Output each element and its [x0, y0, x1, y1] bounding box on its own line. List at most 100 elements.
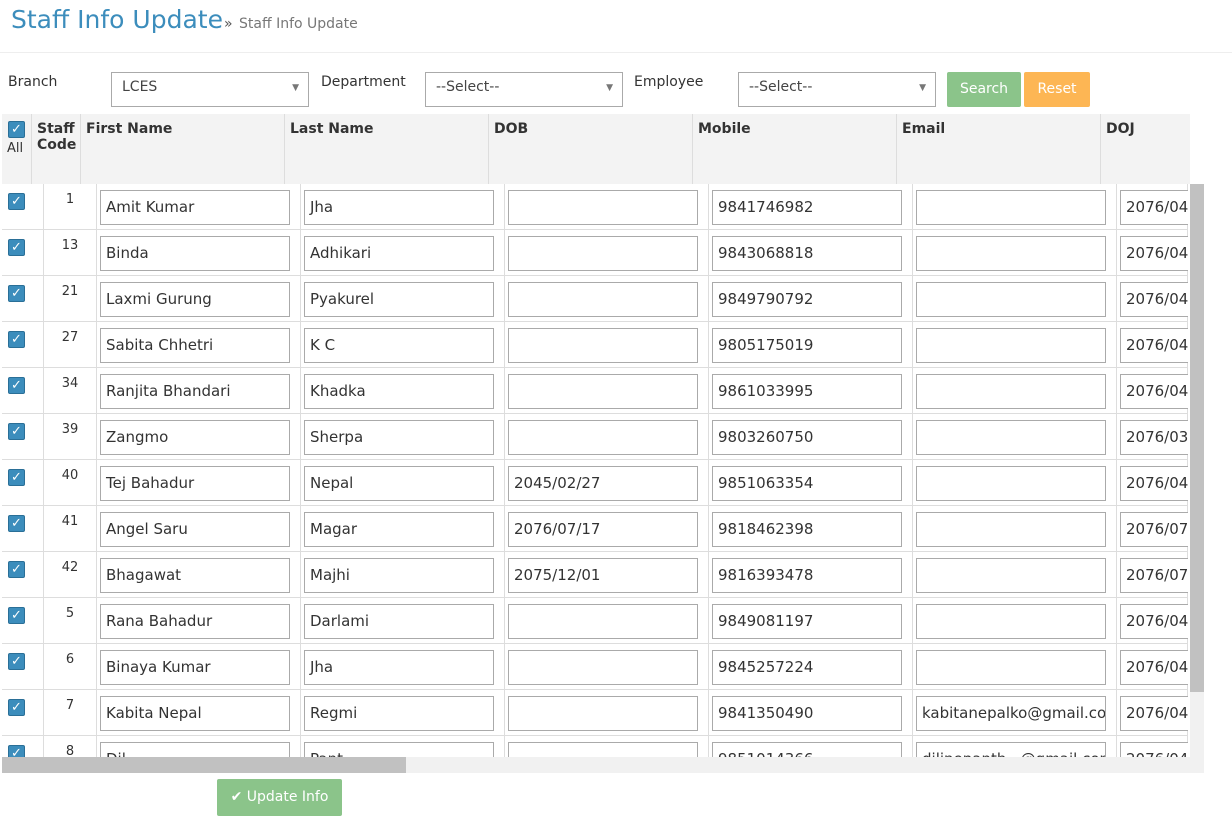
dob-input[interactable]: 2075/12/01 [508, 558, 698, 593]
mobile-input[interactable]: 9849790792 [712, 282, 902, 317]
doj-input[interactable]: 2076/07/ [1120, 512, 1188, 547]
last-name-input[interactable]: Adhikari [304, 236, 494, 271]
last-name-input[interactable]: Pyakurel [304, 282, 494, 317]
doj-input[interactable]: 2076/04/ [1120, 696, 1188, 731]
doj-input[interactable]: 2076/03/ [1120, 420, 1188, 455]
mobile-input[interactable]: 9841350490 [712, 696, 902, 731]
mobile-input[interactable]: 9803260750 [712, 420, 902, 455]
mobile-input[interactable]: 9849081197 [712, 604, 902, 639]
dob-input[interactable] [508, 282, 698, 317]
dob-input[interactable] [508, 420, 698, 455]
dob-input[interactable] [508, 190, 698, 225]
row-checkbox[interactable]: ✓ [8, 377, 25, 394]
email-input[interactable]: kabitanepalko@gmail.com [916, 696, 1106, 731]
row-checkbox[interactable]: ✓ [8, 239, 25, 256]
row-checkbox[interactable]: ✓ [8, 423, 25, 440]
dob-input[interactable] [508, 374, 698, 409]
email-input[interactable] [916, 650, 1106, 685]
staff-code-header[interactable]: Staff Code [32, 114, 81, 184]
email-input[interactable] [916, 328, 1106, 363]
mobile-input[interactable]: 9843068818 [712, 236, 902, 271]
doj-input[interactable]: 2076/04/ [1120, 328, 1188, 363]
department-select[interactable]: --Select-- ▼ [425, 72, 623, 107]
dob-input[interactable] [508, 650, 698, 685]
first-name-input[interactable]: Ranjita Bhandari [100, 374, 290, 409]
mobile-input[interactable]: 9805175019 [712, 328, 902, 363]
mobile-input[interactable]: 9816393478 [712, 558, 902, 593]
email-input[interactable] [916, 604, 1106, 639]
doj-input[interactable]: 2076/04/ [1120, 742, 1188, 757]
search-button[interactable]: Search [947, 72, 1021, 107]
last-name-header[interactable]: Last Name [285, 114, 489, 184]
last-name-input[interactable]: Nepal [304, 466, 494, 501]
first-name-input[interactable]: Kabita Nepal [100, 696, 290, 731]
first-name-input[interactable]: Amit Kumar [100, 190, 290, 225]
first-name-input[interactable]: Binaya Kumar [100, 650, 290, 685]
last-name-input[interactable]: Jha [304, 190, 494, 225]
last-name-input[interactable]: Regmi [304, 696, 494, 731]
row-checkbox[interactable]: ✓ [8, 607, 25, 624]
mobile-input[interactable]: 9851014366 [712, 742, 902, 757]
first-name-input[interactable]: Bhagawat [100, 558, 290, 593]
row-checkbox[interactable]: ✓ [8, 193, 25, 210]
vertical-scroll-thumb[interactable] [1190, 184, 1204, 692]
row-checkbox[interactable]: ✓ [8, 745, 25, 757]
doj-input[interactable]: 2076/04/ [1120, 236, 1188, 271]
select-all-checkbox[interactable]: ✓ [8, 121, 25, 138]
last-name-input[interactable]: Khadka [304, 374, 494, 409]
first-name-input[interactable]: Angel Saru [100, 512, 290, 547]
mobile-input[interactable]: 9851063354 [712, 466, 902, 501]
first-name-input[interactable]: Binda [100, 236, 290, 271]
email-input[interactable] [916, 236, 1106, 271]
first-name-input[interactable]: Zangmo [100, 420, 290, 455]
doj-input[interactable]: 2076/04/ [1120, 466, 1188, 501]
row-checkbox[interactable]: ✓ [8, 653, 25, 670]
email-input[interactable] [916, 466, 1106, 501]
row-checkbox[interactable]: ✓ [8, 469, 25, 486]
first-name-header[interactable]: First Name [81, 114, 285, 184]
mobile-input[interactable]: 9818462398 [712, 512, 902, 547]
dob-input[interactable] [508, 236, 698, 271]
dob-input[interactable]: 2045/02/27 [508, 466, 698, 501]
first-name-input[interactable]: Dil [100, 742, 290, 757]
doj-header[interactable]: DOJ [1101, 114, 1190, 184]
first-name-input[interactable]: Rana Bahadur [100, 604, 290, 639]
first-name-input[interactable]: Laxmi Gurung [100, 282, 290, 317]
last-name-input[interactable]: Majhi [304, 558, 494, 593]
email-input[interactable] [916, 374, 1106, 409]
last-name-input[interactable]: Sherpa [304, 420, 494, 455]
email-header[interactable]: Email [897, 114, 1101, 184]
last-name-input[interactable]: Darlami [304, 604, 494, 639]
last-name-input[interactable]: Jha [304, 650, 494, 685]
mobile-input[interactable]: 9841746982 [712, 190, 902, 225]
row-checkbox[interactable]: ✓ [8, 561, 25, 578]
doj-input[interactable]: 2076/04/ [1120, 650, 1188, 685]
doj-input[interactable]: 2076/04/ [1120, 604, 1188, 639]
row-checkbox[interactable]: ✓ [8, 515, 25, 532]
dob-input[interactable] [508, 742, 698, 757]
row-checkbox[interactable]: ✓ [8, 285, 25, 302]
row-checkbox[interactable]: ✓ [8, 331, 25, 348]
dob-input[interactable] [508, 604, 698, 639]
email-input[interactable] [916, 282, 1106, 317]
dob-input[interactable] [508, 696, 698, 731]
email-input[interactable]: dilinepanth...@gmail.com [916, 742, 1106, 757]
mobile-input[interactable]: 9845257224 [712, 650, 902, 685]
email-input[interactable] [916, 512, 1106, 547]
doj-input[interactable]: 2076/07/ [1120, 558, 1188, 593]
dob-input[interactable]: 2076/07/17 [508, 512, 698, 547]
mobile-input[interactable]: 9861033995 [712, 374, 902, 409]
horizontal-scroll-thumb[interactable] [2, 757, 406, 773]
first-name-input[interactable]: Tej Bahadur [100, 466, 290, 501]
last-name-input[interactable]: Magar [304, 512, 494, 547]
email-input[interactable] [916, 420, 1106, 455]
dob-input[interactable] [508, 328, 698, 363]
dob-header[interactable]: DOB [489, 114, 693, 184]
doj-input[interactable]: 2076/04/ [1120, 374, 1188, 409]
doj-input[interactable]: 2076/04/ [1120, 282, 1188, 317]
branch-select[interactable]: LCES ▼ [111, 72, 309, 107]
last-name-input[interactable]: K C [304, 328, 494, 363]
update-info-button[interactable]: ✔ Update Info [217, 779, 342, 816]
row-checkbox[interactable]: ✓ [8, 699, 25, 716]
reset-button[interactable]: Reset [1024, 72, 1090, 107]
